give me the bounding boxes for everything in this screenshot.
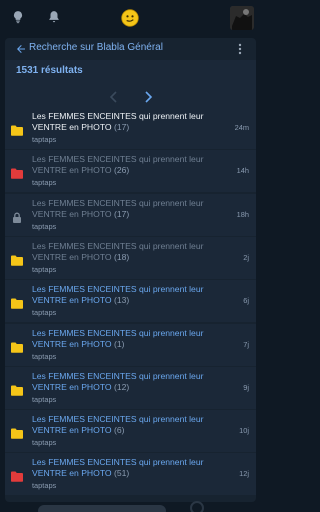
topic-title[interactable]: Les FEMMES ENCEINTES qui prennent leur V… [32, 241, 212, 263]
list-item[interactable]: Les FEMMES ENCEINTES qui prennent leur V… [5, 366, 256, 409]
topic-time: 6j [243, 296, 249, 306]
topic-time: 18h [236, 209, 249, 219]
topic-time: 2j [243, 252, 249, 262]
topic-author[interactable]: taptaps [32, 481, 56, 490]
list-item[interactable]: Les FEMMES ENCEINTES qui prennent leur V… [5, 193, 256, 236]
nav-button[interactable] [190, 501, 204, 512]
reply-count: (6) [113, 425, 125, 436]
topic-title[interactable]: Les FEMMES ENCEINTES qui prennent leur V… [32, 198, 212, 220]
topic-time: 10j [239, 426, 249, 436]
topic-title[interactable]: Les FEMMES ENCEINTES qui prennent leur V… [32, 111, 212, 133]
topic-author[interactable]: taptaps [32, 178, 56, 187]
search-results-panel: Recherche sur Blabla Général 1531 résult… [5, 38, 256, 502]
folder-yellow-icon [11, 253, 23, 266]
list-item[interactable]: Les FEMMES ENCEINTES qui prennent leur V… [5, 107, 256, 149]
topic-title[interactable]: Les FEMMES ENCEINTES qui prennent leur V… [32, 457, 212, 479]
topic-author[interactable]: taptaps [32, 308, 56, 317]
panel-header: Recherche sur Blabla Général [5, 38, 256, 58]
topic-time: 12j [239, 469, 249, 479]
more-vertical-icon[interactable] [235, 42, 245, 55]
list-item[interactable]: Les FEMMES ENCEINTES qui prennent leur V… [5, 453, 256, 496]
chevron-right-icon[interactable] [143, 90, 153, 103]
topic-author[interactable]: taptaps [32, 265, 56, 274]
list-item[interactable]: Les FEMMES ENCEINTES qui prennent leur V… [5, 150, 256, 193]
reply-count: (26) [113, 165, 130, 176]
topic-title[interactable]: Les FEMMES ENCEINTES qui prennent leur V… [32, 154, 212, 176]
results-count: 1531 résultats [16, 65, 83, 76]
topic-author[interactable]: taptaps [32, 222, 56, 231]
smiley-icon[interactable] [120, 8, 140, 28]
top-bar [0, 0, 261, 36]
topic-time: 14h [236, 166, 249, 176]
list-item[interactable]: Les FEMMES ENCEINTES qui prennent leur V… [5, 280, 256, 323]
topic-author[interactable]: taptaps [32, 135, 56, 144]
folder-yellow-icon [11, 296, 23, 309]
folder-yellow-icon [11, 123, 23, 136]
reply-count: (13) [113, 295, 130, 306]
nav-pill[interactable] [38, 505, 166, 512]
topic-time: 9j [243, 382, 249, 392]
bottom-nav [0, 501, 261, 512]
topic-time: 24m [234, 123, 249, 132]
avatar[interactable] [230, 6, 254, 30]
folder-yellow-icon [11, 426, 23, 439]
reply-count: (12) [113, 381, 130, 392]
topic-author[interactable]: taptaps [32, 438, 56, 447]
reply-count: (51) [113, 468, 130, 479]
lock-icon [11, 210, 23, 223]
topic-title[interactable]: Les FEMMES ENCEINTES qui prennent leur V… [32, 414, 212, 436]
reply-count: (18) [113, 251, 130, 262]
topic-author[interactable]: taptaps [32, 395, 56, 404]
bell-icon[interactable] [46, 9, 62, 25]
folder-yellow-icon [11, 340, 23, 353]
topic-title[interactable]: Les FEMMES ENCEINTES qui prennent leur V… [32, 284, 212, 306]
lightbulb-icon[interactable] [10, 9, 26, 25]
reply-count: (17) [113, 208, 130, 219]
topic-author[interactable]: taptaps [32, 352, 56, 361]
topic-time: 7j [243, 339, 249, 349]
list-item[interactable]: Les FEMMES ENCEINTES qui prennent leur V… [5, 410, 256, 453]
topic-title[interactable]: Les FEMMES ENCEINTES qui prennent leur V… [32, 371, 212, 393]
list-item[interactable]: Les FEMMES ENCEINTES qui prennent leur V… [5, 323, 256, 366]
folder-red-icon [11, 469, 23, 483]
chevron-left-icon[interactable] [109, 90, 119, 103]
list-item[interactable]: Les FEMMES ENCEINTES qui prennent leur V… [5, 236, 256, 279]
page-title[interactable]: Recherche sur Blabla Général [29, 42, 163, 53]
folder-yellow-icon [11, 383, 23, 396]
reply-count: (1) [113, 338, 125, 349]
reply-count: (17) [113, 122, 130, 132]
topic-title[interactable]: Les FEMMES ENCEINTES qui prennent leur V… [32, 328, 212, 350]
folder-red-icon [11, 166, 23, 180]
back-arrow-icon[interactable] [15, 42, 27, 54]
